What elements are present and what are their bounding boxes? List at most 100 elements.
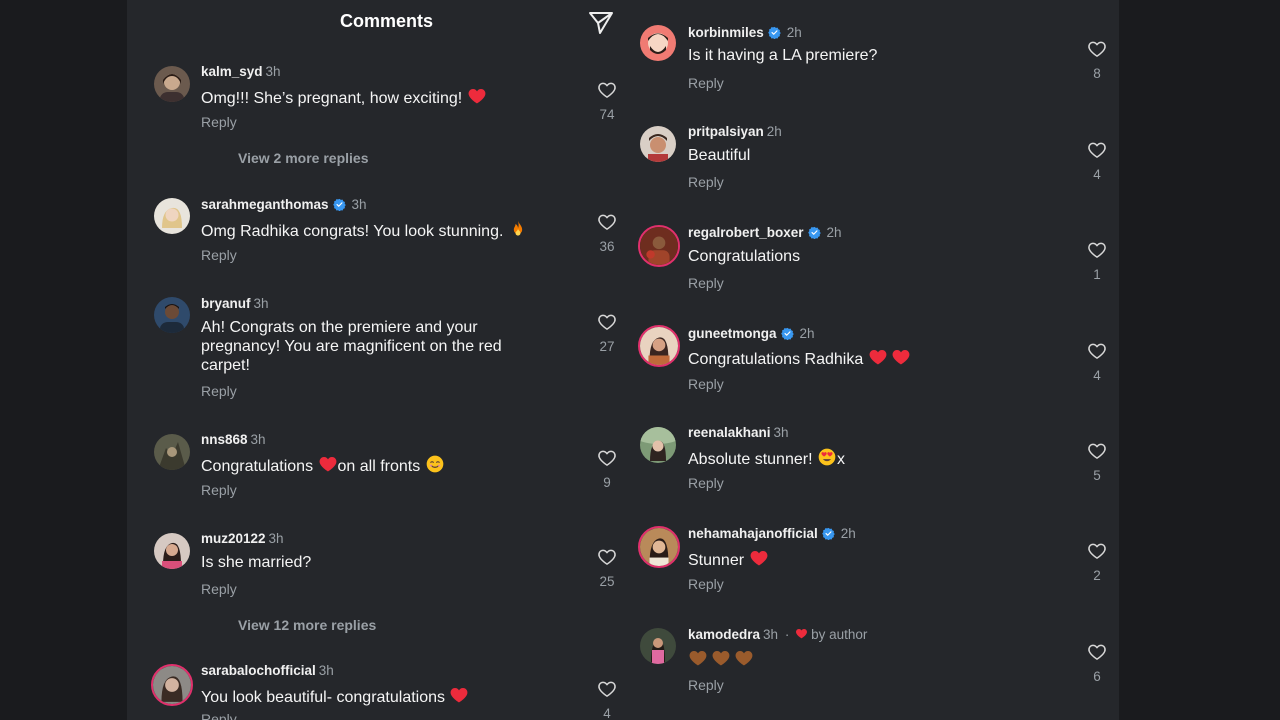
- comment-text: Omg Radhika congrats! You look stunning.: [201, 223, 504, 240]
- comment-text-line: carpet!: [201, 357, 250, 374]
- heart-outline-icon[interactable]: [1087, 341, 1107, 361]
- avatar[interactable]: [640, 427, 676, 463]
- view-more-replies-button[interactable]: View 12 more replies: [238, 617, 376, 633]
- comment-time: 2h: [826, 225, 842, 240]
- brown-heart-emoji: [688, 648, 708, 668]
- verified-badge-icon: [333, 198, 346, 211]
- red-heart-emoji: [868, 347, 888, 367]
- reply-button[interactable]: Reply: [688, 677, 724, 693]
- paper-plane-icon[interactable]: [587, 9, 615, 37]
- like-button[interactable]: 4: [1086, 140, 1108, 182]
- avatar[interactable]: [154, 434, 190, 470]
- heart-outline-icon[interactable]: [597, 547, 617, 567]
- page-title: Comments: [340, 11, 434, 31]
- heart-outline-icon[interactable]: [597, 312, 617, 332]
- like-button[interactable]: 8: [1086, 39, 1108, 81]
- reply-button[interactable]: Reply: [688, 75, 724, 91]
- comment-time: 3h: [253, 296, 269, 311]
- username[interactable]: sarabalochofficial: [201, 663, 316, 678]
- heart-outline-icon[interactable]: [597, 212, 617, 232]
- comment-text: Congratulations: [201, 458, 314, 475]
- like-button[interactable]: 6: [1086, 642, 1108, 684]
- like-button[interactable]: 74: [596, 80, 618, 122]
- avatar[interactable]: [640, 126, 676, 162]
- like-count: 2: [1093, 568, 1101, 583]
- comment-text: on all fronts: [337, 458, 421, 475]
- reply-button[interactable]: Reply: [201, 383, 237, 399]
- avatar[interactable]: [154, 66, 190, 102]
- verified-badge-icon: [768, 26, 781, 39]
- like-button[interactable]: 2: [1086, 541, 1108, 583]
- red-heart-emoji: [318, 454, 338, 474]
- like-count: 9: [603, 475, 611, 490]
- heart-outline-icon[interactable]: [1087, 541, 1107, 561]
- comment-text: Congratulations: [688, 248, 801, 265]
- heart-outline-icon[interactable]: [1087, 642, 1107, 662]
- red-heart-emoji: [749, 548, 769, 568]
- avatar[interactable]: [154, 533, 190, 569]
- comment-time: 3h: [268, 531, 284, 546]
- comment-text: Beautiful: [688, 147, 751, 164]
- comment-text: Is it having a LA premiere?: [688, 47, 878, 64]
- comment-time: 3h: [351, 197, 367, 212]
- username[interactable]: sarahmeganthomas: [201, 197, 329, 212]
- like-count: 27: [599, 339, 615, 354]
- reply-button[interactable]: Reply: [201, 247, 237, 263]
- username[interactable]: nns868: [201, 432, 248, 447]
- heart-outline-icon[interactable]: [1087, 39, 1107, 59]
- heart-eyes-emoji: [817, 447, 837, 467]
- avatar[interactable]: [154, 297, 190, 333]
- like-button[interactable]: 4: [1086, 341, 1108, 383]
- like-button[interactable]: 1: [1086, 240, 1108, 282]
- comment-time: 3h: [250, 432, 266, 447]
- reply-button[interactable]: Reply: [201, 114, 237, 130]
- username[interactable]: korbinmiles: [688, 25, 764, 40]
- username[interactable]: kalm_syd: [201, 64, 263, 79]
- avatar[interactable]: [640, 25, 676, 61]
- username[interactable]: pritpalsiyan: [688, 124, 764, 139]
- username[interactable]: kamodedra: [688, 627, 760, 642]
- like-button[interactable]: 25: [596, 547, 618, 589]
- avatar[interactable]: [638, 526, 680, 568]
- comment-text: Is she married?: [201, 554, 312, 571]
- comment-time: 2h: [840, 526, 856, 541]
- reply-button[interactable]: Reply: [688, 275, 724, 291]
- username[interactable]: reenalakhani: [688, 425, 771, 440]
- avatar[interactable]: [638, 225, 680, 267]
- red-heart-emoji: [467, 86, 487, 106]
- heart-outline-icon[interactable]: [597, 448, 617, 468]
- like-button[interactable]: 4: [596, 679, 618, 720]
- reply-button[interactable]: Reply: [688, 475, 724, 491]
- reply-button[interactable]: Reply: [201, 581, 237, 597]
- comment-time: 3h: [318, 663, 334, 678]
- reply-button[interactable]: Reply: [688, 376, 724, 392]
- heart-outline-icon[interactable]: [597, 679, 617, 699]
- like-button[interactable]: 5: [1086, 441, 1108, 483]
- comment-time: 3h: [773, 425, 789, 440]
- heart-outline-icon[interactable]: [1087, 240, 1107, 260]
- reply-button[interactable]: Reply: [688, 174, 724, 190]
- username[interactable]: muz20122: [201, 531, 266, 546]
- view-more-replies-button[interactable]: View 2 more replies: [238, 150, 368, 166]
- like-button[interactable]: 9: [596, 448, 618, 490]
- like-count: 4: [1093, 167, 1101, 182]
- avatar[interactable]: [151, 664, 193, 706]
- username[interactable]: guneetmonga: [688, 326, 777, 341]
- heart-outline-icon[interactable]: [1087, 441, 1107, 461]
- verified-badge-icon: [781, 327, 794, 340]
- username[interactable]: regalrobert_boxer: [688, 225, 804, 240]
- avatar[interactable]: [154, 198, 190, 234]
- username[interactable]: bryanuf: [201, 296, 251, 311]
- heart-outline-icon[interactable]: [597, 80, 617, 100]
- avatar[interactable]: [640, 628, 676, 664]
- username[interactable]: nehamahajanofficial: [688, 526, 818, 541]
- heart-outline-icon[interactable]: [1087, 140, 1107, 160]
- comment-text: Congratulations Radhika: [688, 351, 864, 368]
- reply-button[interactable]: Reply: [688, 576, 724, 592]
- reply-button[interactable]: Reply: [201, 711, 237, 720]
- like-button[interactable]: 27: [596, 312, 618, 354]
- like-button[interactable]: 36: [596, 212, 618, 254]
- reply-button[interactable]: Reply: [201, 482, 237, 498]
- avatar[interactable]: [638, 325, 680, 367]
- like-count: 8: [1093, 66, 1101, 81]
